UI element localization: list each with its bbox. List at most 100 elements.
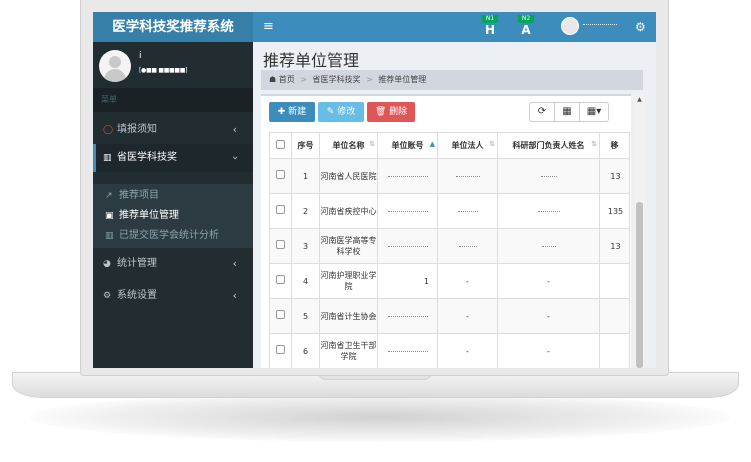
cell-name: 河南省人民医院 [319, 158, 378, 194]
masked-value [387, 175, 428, 177]
row-checkbox[interactable] [276, 275, 285, 284]
sidebar-submenu: ↗ 推荐项目 ▣ 推荐单位管理 ▥ 已提交医学会统计分析 [93, 184, 253, 248]
sort-icon[interactable]: ⇅ [489, 140, 495, 148]
cell-legal [437, 158, 498, 194]
h-notification-icon[interactable]: N1 H [482, 15, 498, 37]
screen: 医学科技奖推荐系统 ≡ N1 H N2 A ⚙ i [●■■ ■■■■■] 菜单… [93, 12, 656, 368]
column-header-label: 单位法人 [451, 141, 484, 150]
sidebar-item-settings[interactable]: ⚙ 系统设置 ‹ [93, 282, 253, 310]
pie-chart-icon: ◕ [103, 259, 111, 269]
column-header-label: 科研部门负责人姓名 [512, 141, 585, 150]
bar-chart-icon: ▥ [103, 153, 112, 163]
select-all-header[interactable] [269, 132, 292, 159]
sidebar-subitem-label: 已提交医学会统计分析 [119, 230, 219, 241]
circle-icon: ◯ [103, 125, 114, 135]
h-glyph: H [484, 23, 496, 37]
select-all-checkbox[interactable] [276, 140, 285, 149]
sort-icon[interactable]: ⇅ [591, 140, 597, 148]
cell-account [377, 193, 438, 229]
table-panel: ✚ 新建 ✎ 修改 🗑 删除 ⟳ ▦ ▦▾ 序号 单位名称 ⇅ 单位账号 ▲ 单位法… [261, 94, 631, 368]
breadcrumb-level2[interactable]: 省医学科技奖 [313, 75, 361, 84]
masked-value [541, 245, 556, 247]
h-notification-badge: N1 [482, 15, 498, 23]
sort-asc-icon[interactable]: ▲ [430, 140, 435, 148]
data-table: 序号 单位名称 ⇅ 单位账号 ▲ 单位法人 ⇅ 科研部门负责人姓名 ⇅ 移 1 河南省人… [269, 132, 630, 368]
delete-button[interactable]: 🗑 删除 [367, 102, 415, 122]
masked-value [455, 175, 480, 177]
cell-head [497, 228, 600, 264]
app-title[interactable]: 医学科技奖推荐系统 [93, 12, 253, 42]
row-select-cell[interactable] [269, 298, 292, 334]
cell-head: - [497, 263, 600, 299]
user-name[interactable] [583, 22, 617, 25]
masked-value [458, 245, 477, 247]
table-row[interactable]: 6 河南省卫生干部学院 - - [269, 333, 630, 368]
cogs-icon: ⚙ [103, 291, 112, 301]
column-header-no[interactable]: 序号 [291, 132, 320, 159]
columns-dropdown-button[interactable]: ▦▾ [579, 102, 609, 122]
row-select-cell[interactable] [269, 333, 292, 368]
gear-icon[interactable]: ⚙ [635, 20, 646, 34]
bar-chart-icon: ▥ [105, 231, 114, 241]
sort-icon[interactable]: ⇅ [369, 140, 375, 148]
row-select-cell[interactable] [269, 228, 292, 264]
row-select-cell[interactable] [269, 263, 292, 299]
sidebar-subitem-units[interactable]: ▣ 推荐单位管理 [93, 206, 253, 226]
cell-head: - [497, 298, 600, 334]
row-select-cell[interactable] [269, 158, 292, 194]
cell-legal: - [437, 298, 498, 334]
row-checkbox[interactable] [276, 345, 285, 354]
cell-legal: - [437, 263, 498, 299]
add-button[interactable]: ✚ 新建 [269, 102, 315, 122]
breadcrumb-separator: > [300, 75, 307, 84]
cell-no: 5 [291, 298, 320, 334]
column-header-phone[interactable]: 移 [599, 132, 630, 159]
sidebar-subitem-stats[interactable]: ▥ 已提交医学会统计分析 [93, 226, 253, 246]
scroll-up-arrow-icon[interactable]: ▲ [634, 94, 645, 106]
column-header-name[interactable]: 单位名称 ⇅ [319, 132, 378, 159]
scroll-thumb[interactable] [636, 202, 643, 368]
toggle-view-button[interactable]: ▦ [554, 102, 580, 122]
masked-value [387, 210, 428, 212]
user-panel: i [●■■ ■■■■■] [93, 42, 253, 88]
cell-no: 2 [291, 193, 320, 229]
column-header-label: 单位账号 [391, 141, 424, 150]
cell-phone: 13 [599, 228, 630, 264]
sidebar-item-award[interactable]: ▥ 省医学科技奖 › [93, 144, 253, 172]
table-row[interactable]: 1 河南省人民医院 13 [269, 158, 630, 194]
edit-button[interactable]: ✎ 修改 [318, 102, 364, 122]
table-row[interactable]: 5 河南省计生协会 - - [269, 298, 630, 334]
column-header-head[interactable]: 科研部门负责人姓名 ⇅ [497, 132, 600, 159]
column-header-account[interactable]: 单位账号 ▲ [377, 132, 438, 159]
column-header-legal[interactable]: 单位法人 ⇅ [437, 132, 498, 159]
cell-phone [599, 298, 630, 334]
table-row[interactable]: 4 河南护理职业学院 1 - - [269, 263, 630, 299]
row-checkbox[interactable] [276, 310, 285, 319]
sidebar-toggle-icon[interactable]: ≡ [263, 20, 274, 33]
sidebar-subitem-label: 推荐单位管理 [119, 210, 179, 221]
cell-legal: - [437, 333, 498, 368]
row-checkbox[interactable] [276, 240, 285, 249]
cell-account [377, 228, 438, 264]
avatar [99, 50, 131, 82]
sidebar-subitem-projects[interactable]: ↗ 推荐项目 [93, 186, 253, 206]
table-row[interactable]: 2 河南省疾控中心 135 [269, 193, 630, 229]
masked-value [457, 210, 478, 212]
cell-account [377, 158, 438, 194]
table-row[interactable]: 3 河南医学高等专科学校 13 [269, 228, 630, 264]
chevron-down-icon: › [228, 155, 242, 161]
row-checkbox[interactable] [276, 205, 285, 214]
row-select-cell[interactable] [269, 193, 292, 229]
sidebar-item-notice[interactable]: ◯ 填报须知 ‹ [93, 116, 253, 144]
breadcrumb-home[interactable]: 首页 [279, 75, 295, 84]
sidebar-item-statistics[interactable]: ◕ 统计管理 ‹ [93, 250, 253, 278]
vertical-scrollbar[interactable]: ▲ [634, 94, 645, 368]
row-checkbox[interactable] [276, 170, 285, 179]
refresh-button[interactable]: ⟳ [529, 102, 555, 122]
cell-name: 河南护理职业学院 [319, 263, 378, 299]
user-panel-name: i [139, 51, 142, 61]
user-avatar[interactable] [561, 17, 579, 35]
cell-phone: 13 [599, 158, 630, 194]
user-panel-status: [●■■ ■■■■■] [139, 67, 188, 74]
a-notification-icon[interactable]: N2 A [518, 15, 534, 37]
